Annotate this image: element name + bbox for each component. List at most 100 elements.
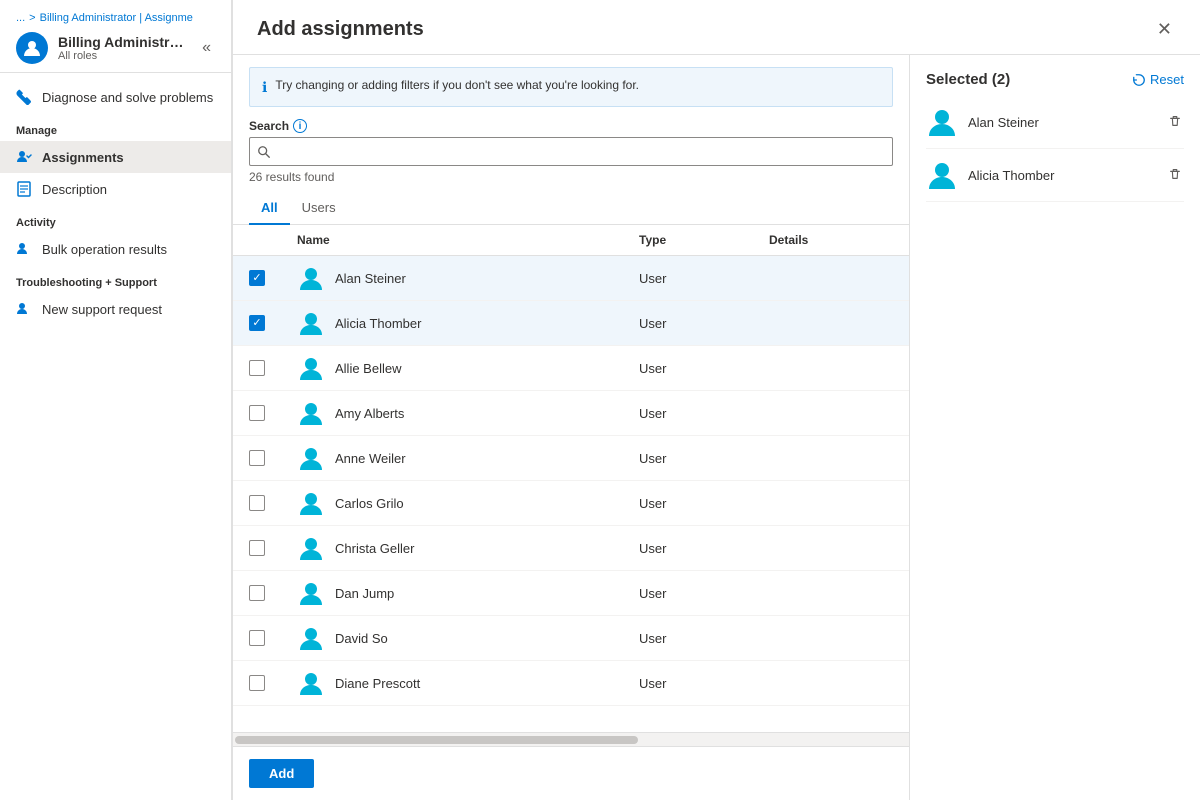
breadcrumb-dots[interactable]: ...: [16, 12, 25, 24]
dialog-close-button[interactable]: ✕: [1153, 16, 1176, 42]
table-cell-checkbox[interactable]: [233, 616, 281, 661]
results-count: 26 results found: [249, 170, 893, 184]
sidebar-collapse-button[interactable]: «: [198, 37, 215, 59]
dialog-header: Add assignments ✕: [233, 0, 1200, 55]
user-icon: [22, 38, 42, 58]
table-row[interactable]: Dan Jump User: [233, 571, 909, 616]
user-avatar: [297, 489, 325, 517]
breadcrumb[interactable]: ... > Billing Administrator | Assignme: [16, 12, 215, 24]
table-cell-checkbox[interactable]: [233, 436, 281, 481]
dialog-body: ℹ Try changing or adding filters if you …: [233, 55, 1200, 800]
table-row[interactable]: Carlos Grilo User: [233, 481, 909, 526]
user-name: Christa Geller: [335, 541, 414, 556]
table-cell-checkbox[interactable]: [233, 391, 281, 436]
table-cell-checkbox[interactable]: [233, 571, 281, 616]
reset-icon: [1132, 73, 1146, 87]
tab-all[interactable]: All: [249, 192, 290, 225]
user-avatar: [297, 669, 325, 697]
table-row[interactable]: Diane Prescott User: [233, 661, 909, 706]
description-icon: [16, 181, 32, 197]
checkbox[interactable]: [249, 450, 265, 466]
horizontal-scrollbar-thumb[interactable]: [235, 736, 638, 744]
table-col-type[interactable]: Type: [623, 225, 753, 256]
sidebar-item-description[interactable]: Description: [0, 173, 231, 205]
tab-users[interactable]: Users: [290, 192, 348, 225]
table-cell-details: [753, 391, 909, 436]
table-col-checkbox: [233, 225, 281, 256]
reset-label: Reset: [1150, 72, 1184, 87]
checkbox[interactable]: [249, 675, 265, 691]
info-banner: ℹ Try changing or adding filters if you …: [249, 67, 893, 107]
table-col-name[interactable]: Name: [281, 225, 623, 256]
table-cell-type: User: [623, 481, 753, 526]
checkbox[interactable]: [249, 360, 265, 376]
add-button[interactable]: Add: [249, 759, 314, 788]
table-cell-checkbox[interactable]: [233, 526, 281, 571]
user-name: Diane Prescott: [335, 676, 420, 691]
support-icon: [16, 301, 32, 317]
table-cell-checkbox[interactable]: [233, 346, 281, 391]
user-avatar: [297, 309, 325, 337]
selected-item-delete-button[interactable]: [1166, 165, 1184, 186]
user-name: Dan Jump: [335, 586, 394, 601]
table-cell-name: David So: [281, 616, 623, 661]
table-cell-details: [753, 571, 909, 616]
selected-item-name: Alicia Thomber: [968, 168, 1156, 183]
table-row[interactable]: Amy AlbertsUser: [233, 391, 909, 436]
checkbox[interactable]: [249, 585, 265, 601]
table-cell-checkbox[interactable]: [233, 481, 281, 526]
table-cell-checkbox[interactable]: [233, 661, 281, 706]
sidebar: ... > Billing Administrator | Assignme B…: [0, 0, 232, 800]
table-row[interactable]: Anne WeilerUser: [233, 436, 909, 481]
user-name: Carlos Grilo: [335, 496, 404, 511]
table-cell-name: Alicia Thomber: [281, 301, 623, 346]
search-input-wrap: [249, 137, 893, 166]
table-cell-details: [753, 616, 909, 661]
search-input[interactable]: [249, 137, 893, 166]
table-row[interactable]: Allie Bellew User: [233, 346, 909, 391]
table-cell-type: User: [623, 616, 753, 661]
table-row[interactable]: David So User: [233, 616, 909, 661]
checkbox[interactable]: [249, 630, 265, 646]
table-row[interactable]: Alicia ThomberUser: [233, 301, 909, 346]
table-col-details[interactable]: Details: [753, 225, 909, 256]
checkbox[interactable]: [249, 315, 265, 331]
table-cell-type: User: [623, 661, 753, 706]
sidebar-item-diagnose[interactable]: Diagnose and solve problems: [0, 81, 231, 113]
checkbox[interactable]: [249, 405, 265, 421]
sidebar-title-row: Billing Administrato All roles «: [16, 32, 215, 64]
table-cell-type: User: [623, 571, 753, 616]
table-cell-checkbox[interactable]: [233, 256, 281, 301]
table-cell-details: [753, 256, 909, 301]
user-name: Allie Bellew: [335, 361, 401, 376]
bulk-ops-icon: [16, 241, 32, 257]
sidebar-support-label: New support request: [42, 302, 162, 317]
sidebar-item-assignments[interactable]: Assignments: [0, 141, 231, 173]
table-cell-checkbox[interactable]: [233, 301, 281, 346]
user-name: David So: [335, 631, 388, 646]
dialog-title: Add assignments: [257, 18, 424, 41]
info-banner-text: Try changing or adding filters if you do…: [275, 78, 639, 92]
sidebar-item-bulk-ops[interactable]: Bulk operation results: [0, 233, 231, 265]
table-container[interactable]: Name Type Details Alan SteinerUserAlicia…: [233, 225, 909, 732]
table-header-row: Name Type Details: [233, 225, 909, 256]
checkbox[interactable]: [249, 495, 265, 511]
table-cell-name: Diane Prescott: [281, 661, 623, 706]
table-cell-details: [753, 481, 909, 526]
avatar: [16, 32, 48, 64]
sidebar-manage-section: Manage: [0, 113, 231, 141]
dialog-panel: Add assignments ✕ ℹ Try changing or addi…: [232, 0, 1200, 800]
selected-item-name: Alan Steiner: [968, 115, 1156, 130]
table-row[interactable]: Christa GellerUser: [233, 526, 909, 571]
table-cell-type: User: [623, 346, 753, 391]
checkbox[interactable]: [249, 540, 265, 556]
checkbox[interactable]: [249, 270, 265, 286]
table-row[interactable]: Alan SteinerUser: [233, 256, 909, 301]
breadcrumb-separator: >: [29, 12, 35, 24]
sidebar-assignments-label: Assignments: [42, 150, 124, 165]
reset-button[interactable]: Reset: [1132, 72, 1184, 87]
selected-item-delete-button[interactable]: [1166, 112, 1184, 133]
breadcrumb-link[interactable]: Billing Administrator | Assignme: [40, 12, 193, 24]
horizontal-scrollbar[interactable]: [233, 732, 909, 746]
sidebar-item-support[interactable]: New support request: [0, 293, 231, 325]
